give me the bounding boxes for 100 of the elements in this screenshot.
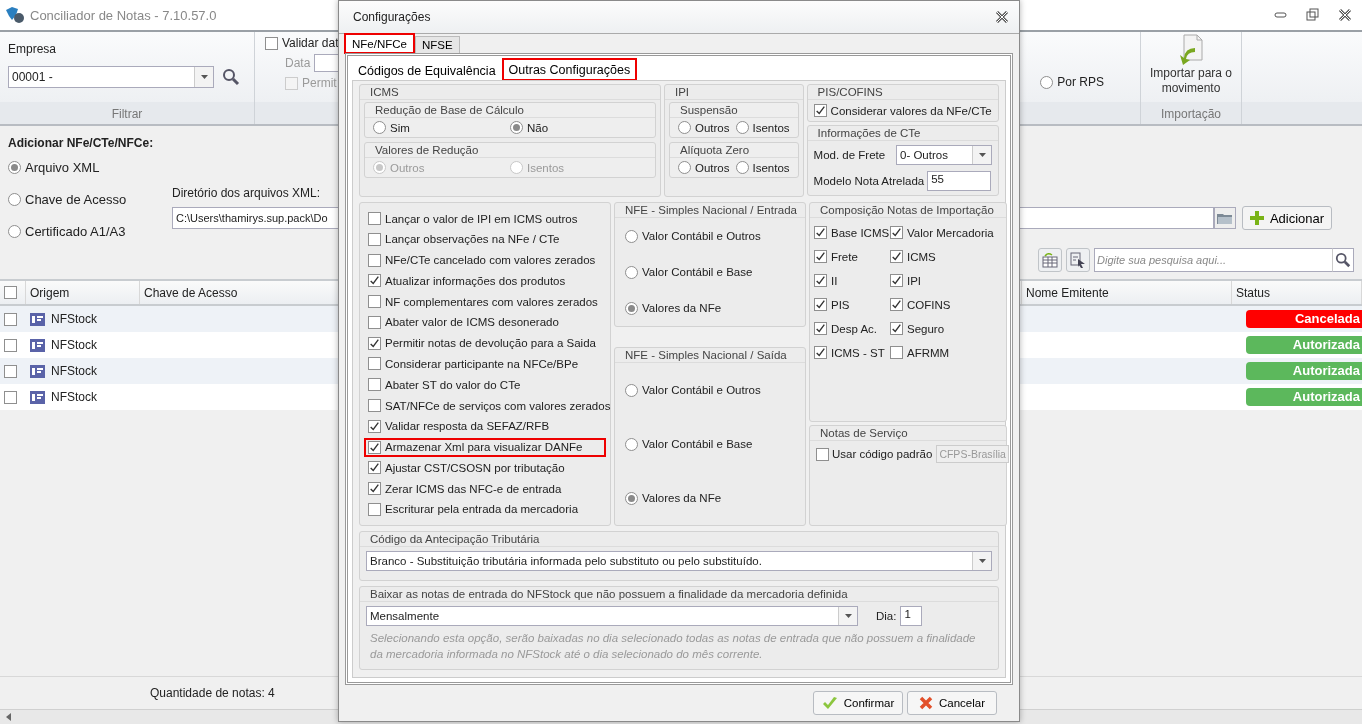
checkbox[interactable] [368,502,381,516]
radio-button[interactable] [625,265,638,279]
freight-dropdown[interactable]: 0- Outros [896,145,992,165]
radio-button[interactable] [8,193,21,206]
radio-button[interactable] [735,161,749,174]
column-header[interactable]: Origem [26,281,140,304]
checkbox-label: Desp Ac. [831,322,878,335]
checkbox[interactable] [890,250,903,263]
confirm-button[interactable]: Confirmar [813,691,903,715]
tab[interactable]: NFe/NFCe [345,34,414,53]
checkbox[interactable] [368,399,381,413]
radio-button[interactable] [625,491,638,505]
radio-button[interactable] [8,161,21,174]
checkbox-label: NF complementares com valores zerados [385,295,598,308]
radio-label: Chave de Acesso [25,192,127,207]
radio-button[interactable] [625,383,638,397]
table-cell: NFStock [51,312,97,326]
add-button[interactable]: Adicionar [1242,206,1332,230]
restore-icon[interactable] [1306,8,1320,22]
checkbox[interactable] [368,440,381,454]
checkbox[interactable] [890,226,903,239]
close-icon[interactable] [995,11,1009,23]
checkbox[interactable] [368,419,381,433]
checkbox[interactable] [368,336,381,350]
checkbox-label: PIS [831,298,850,311]
checkbox[interactable] [814,250,827,263]
import-button[interactable]: Importar para o movimento [1145,34,1237,104]
close-icon[interactable] [1338,8,1352,22]
checkbox-label: Usar código padrão [832,448,933,460]
checkbox[interactable] [368,253,381,267]
tab[interactable]: NFSE [414,36,460,53]
group-title: Código da Antecipação Tributária [360,532,998,547]
checkbox[interactable] [814,322,827,335]
day-field[interactable]: 1 [900,606,923,626]
radio-button[interactable] [1040,75,1054,89]
arrow-left-icon[interactable] [6,713,12,721]
checkbox[interactable] [368,378,381,392]
search-field[interactable]: Digite sua pesquisa aqui... [1094,248,1332,272]
checkbox[interactable] [814,298,827,311]
checkbox[interactable] [890,298,903,311]
radio-button[interactable] [8,225,21,238]
radio-button[interactable] [373,121,386,134]
radio-button[interactable] [625,437,638,451]
group-title: IPI [665,85,803,100]
radio-button[interactable] [735,121,749,134]
cancel-button[interactable]: Cancelar [907,691,997,715]
checkbox-label: IPI [907,274,922,287]
checkbox[interactable] [368,295,381,309]
checkbox[interactable] [4,390,17,404]
checkbox[interactable] [368,232,381,246]
checkbox[interactable] [368,461,381,475]
cursor-select-icon [1070,252,1086,268]
search-button[interactable] [1332,248,1354,272]
column-header[interactable]: Status [1232,281,1362,304]
search-icon[interactable] [222,68,240,86]
checkbox[interactable] [890,274,903,287]
checkbox[interactable] [4,364,17,378]
field-label: Modelo Nota Atrelada [813,175,925,187]
checkbox[interactable] [368,315,381,329]
checkbox[interactable] [816,447,829,461]
checkbox[interactable] [890,346,903,359]
caret-icon [844,614,852,618]
checkbox[interactable] [890,322,903,335]
radio-button[interactable] [510,121,523,134]
checkbox[interactable] [814,346,827,359]
radio-label: Valores da NFe [642,302,722,314]
radio-label: Outros [695,161,730,174]
checkbox[interactable] [813,104,827,117]
select-button[interactable] [1066,248,1090,272]
period-dropdown[interactable]: Mensalmente [366,606,858,626]
minimize-icon[interactable] [1274,11,1288,19]
radio-label: Não [527,121,549,134]
radio-button[interactable] [625,229,638,243]
checkbox-label: Permit [302,76,337,90]
checkbox[interactable] [368,274,381,288]
checkbox[interactable] [4,286,17,299]
checkbox[interactable] [814,274,827,287]
checkbox[interactable] [368,212,381,225]
checkbox-label: Atualizar informações dos produtos [385,274,566,287]
caret-icon [978,153,986,157]
column-header[interactable]: Nome Emitente [1022,281,1232,304]
checkbox[interactable] [814,226,827,239]
folder-button[interactable] [1214,207,1236,229]
company-dropdown[interactable]: 00001 - [8,66,214,88]
tab[interactable]: Outras Configurações [502,59,637,80]
checkbox[interactable] [265,36,278,50]
checkbox[interactable] [368,357,381,371]
table-cell: NFStock [51,338,97,352]
radio-button[interactable] [678,121,691,134]
group-title: Informações de CTe [807,126,998,141]
tax-code-dropdown[interactable]: Branco - Substituição tributária informada pelo substituto ou pelo substituído. [366,551,992,571]
radio-button[interactable] [678,161,691,174]
checkbox[interactable] [4,312,17,326]
file-type-icon [30,390,45,404]
company-label: Empresa [8,42,58,56]
radio-button[interactable] [625,301,638,315]
checkbox[interactable] [368,482,381,496]
model-field[interactable]: 55 [927,171,992,191]
radio-label: Outros [390,161,425,174]
checkbox[interactable] [4,338,17,352]
